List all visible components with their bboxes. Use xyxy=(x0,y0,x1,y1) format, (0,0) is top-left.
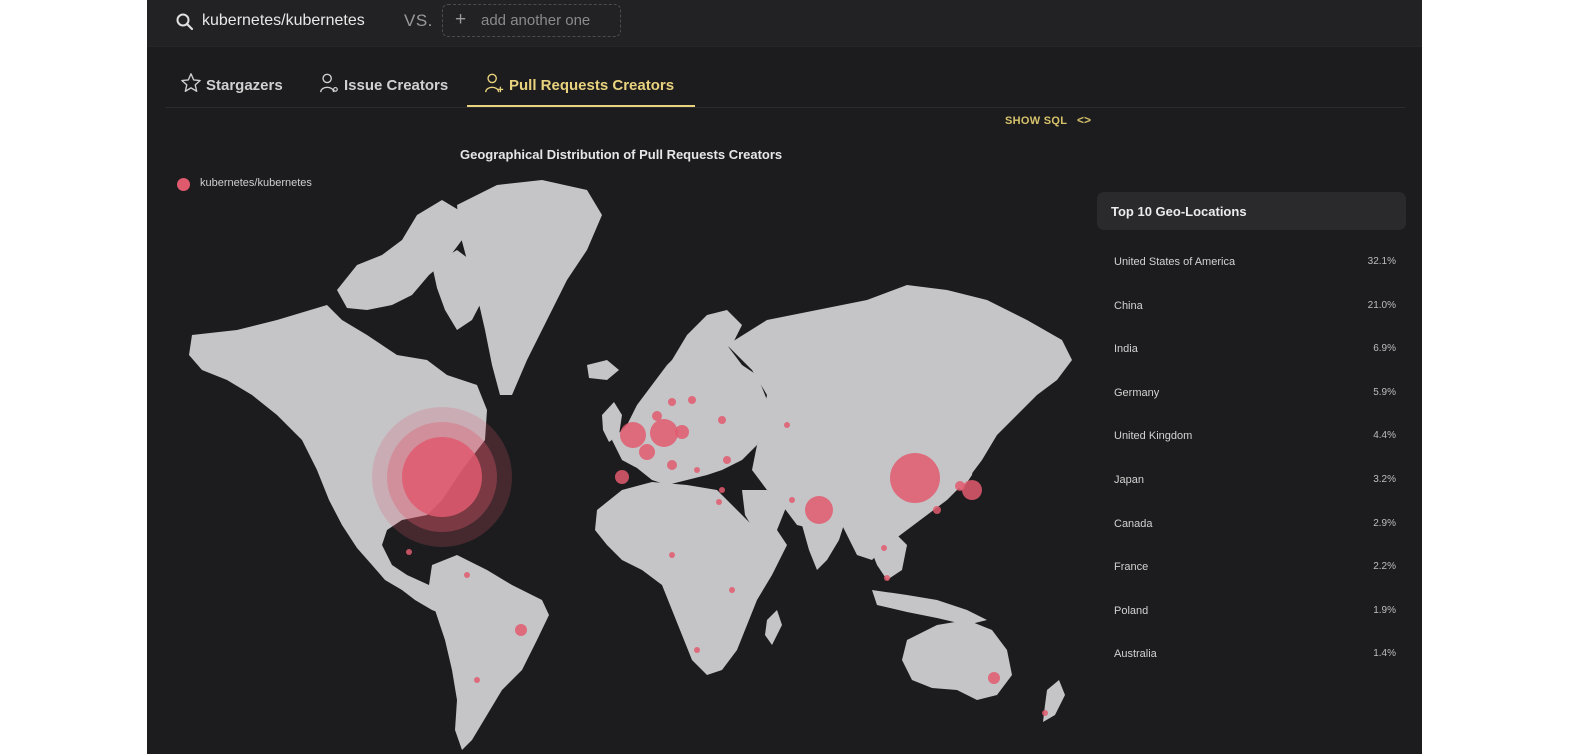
bubble-ukraine xyxy=(718,416,726,424)
list-item: India 6.9% xyxy=(1114,343,1396,363)
location-name: Canada xyxy=(1114,518,1153,530)
list-item: Poland 1.9% xyxy=(1114,605,1396,625)
south-america-shape xyxy=(429,555,549,750)
location-name: France xyxy=(1114,561,1149,573)
bubble-israel xyxy=(716,499,722,505)
bubble-poland xyxy=(675,425,689,439)
plus-icon: + xyxy=(455,9,467,30)
bubble-argentina xyxy=(474,677,480,683)
location-name: Japan xyxy=(1114,474,1144,486)
list-item: United States of America 32.1% xyxy=(1114,256,1396,276)
location-percentage: 2.2% xyxy=(1373,561,1396,572)
iceland-shape xyxy=(587,360,619,380)
location-name: United States of America xyxy=(1114,256,1236,268)
bubble-india xyxy=(805,496,833,524)
australia-shape xyxy=(902,620,1012,700)
bubble-uk xyxy=(620,422,646,448)
tab-label: Pull Requests Creators xyxy=(509,77,675,94)
list-item: France 2.2% xyxy=(1114,561,1396,581)
chart-title: Geographical Distribution of Pull Reques… xyxy=(460,147,783,162)
bubble-russia xyxy=(784,422,790,428)
greenland-shape xyxy=(457,180,602,395)
bubble-taiwan xyxy=(933,506,941,514)
search-icon xyxy=(176,13,194,31)
star-icon xyxy=(181,73,201,92)
code-icon[interactable]: <> xyxy=(1077,113,1091,127)
list-item: Australia 1.4% xyxy=(1114,648,1396,668)
bubble-sweden xyxy=(688,396,696,404)
tabs-divider xyxy=(165,107,1405,108)
bubble-vietnam xyxy=(881,545,887,551)
land-masses xyxy=(189,180,1072,750)
list-item: United Kingdom 4.4% xyxy=(1114,430,1396,450)
bubble-kenya xyxy=(729,587,735,593)
bubble-south-africa xyxy=(694,647,700,653)
list-item: China 21.0% xyxy=(1114,300,1396,320)
repo-name[interactable]: kubernetes/kubernetes xyxy=(202,12,365,30)
bubble-greece xyxy=(694,467,700,473)
location-name: India xyxy=(1114,343,1138,355)
madagascar-shape xyxy=(765,610,782,645)
bubble-spain xyxy=(615,470,629,484)
bubble-korea xyxy=(955,481,965,491)
top-locations-title: Top 10 Geo-Locations xyxy=(1111,204,1247,219)
location-name: Australia xyxy=(1114,648,1157,660)
tab-label: Stargazers xyxy=(206,77,283,94)
bubble-colombia xyxy=(464,572,470,578)
user-icon xyxy=(320,73,338,93)
app-window: kubernetes/kubernetes VS. + add another … xyxy=(147,0,1422,754)
location-percentage: 2.9% xyxy=(1373,518,1396,529)
location-percentage: 1.4% xyxy=(1373,648,1396,659)
top-locations-header: Top 10 Geo-Locations xyxy=(1097,192,1406,230)
list-item: Germany 5.9% xyxy=(1114,387,1396,407)
world-map[interactable] xyxy=(167,170,1077,754)
bubble-france xyxy=(639,444,655,460)
indonesia-shape xyxy=(872,590,987,625)
location-percentage: 21.0% xyxy=(1367,300,1396,311)
location-percentage: 3.2% xyxy=(1373,474,1396,485)
compare-search-bar: kubernetes/kubernetes VS. + add another … xyxy=(147,0,1422,47)
bubble-nigeria xyxy=(669,552,675,558)
bubble-australia xyxy=(988,672,1000,684)
bubble-italy xyxy=(667,460,677,470)
show-sql-button[interactable]: SHOW SQL xyxy=(1005,115,1067,127)
bubble-new-zealand xyxy=(1042,710,1048,716)
location-percentage: 4.4% xyxy=(1373,430,1396,441)
bubble-pakistan xyxy=(789,497,795,503)
bubble-brazil xyxy=(515,624,527,636)
bubble-turkey xyxy=(723,456,731,464)
bubble-singapore xyxy=(884,575,890,581)
location-name: Germany xyxy=(1114,387,1160,399)
tab-label: Issue Creators xyxy=(344,77,449,94)
add-repo-input[interactable]: + add another one xyxy=(442,4,621,37)
bubble-netherlands xyxy=(652,411,662,421)
bubble-japan xyxy=(962,480,982,500)
bubble-china xyxy=(890,453,940,503)
bubble-mexico xyxy=(406,549,412,555)
list-item: Japan 3.2% xyxy=(1114,474,1396,494)
location-percentage: 32.1% xyxy=(1367,256,1396,267)
add-repo-placeholder: add another one xyxy=(481,12,591,29)
location-percentage: 1.9% xyxy=(1373,605,1396,616)
bubble-germany xyxy=(650,419,678,447)
location-percentage: 5.9% xyxy=(1373,387,1396,398)
bubble-scandinavia xyxy=(668,398,676,406)
location-percentage: 6.9% xyxy=(1373,343,1396,354)
location-name: Poland xyxy=(1114,605,1149,617)
bubble-usa xyxy=(402,437,482,517)
vs-label: VS. xyxy=(404,11,433,30)
user-plus-icon xyxy=(485,73,504,93)
bubble-egypt xyxy=(719,487,725,493)
location-name: China xyxy=(1114,300,1143,312)
location-name: United Kingdom xyxy=(1114,430,1193,442)
list-item: Canada 2.9% xyxy=(1114,518,1396,538)
